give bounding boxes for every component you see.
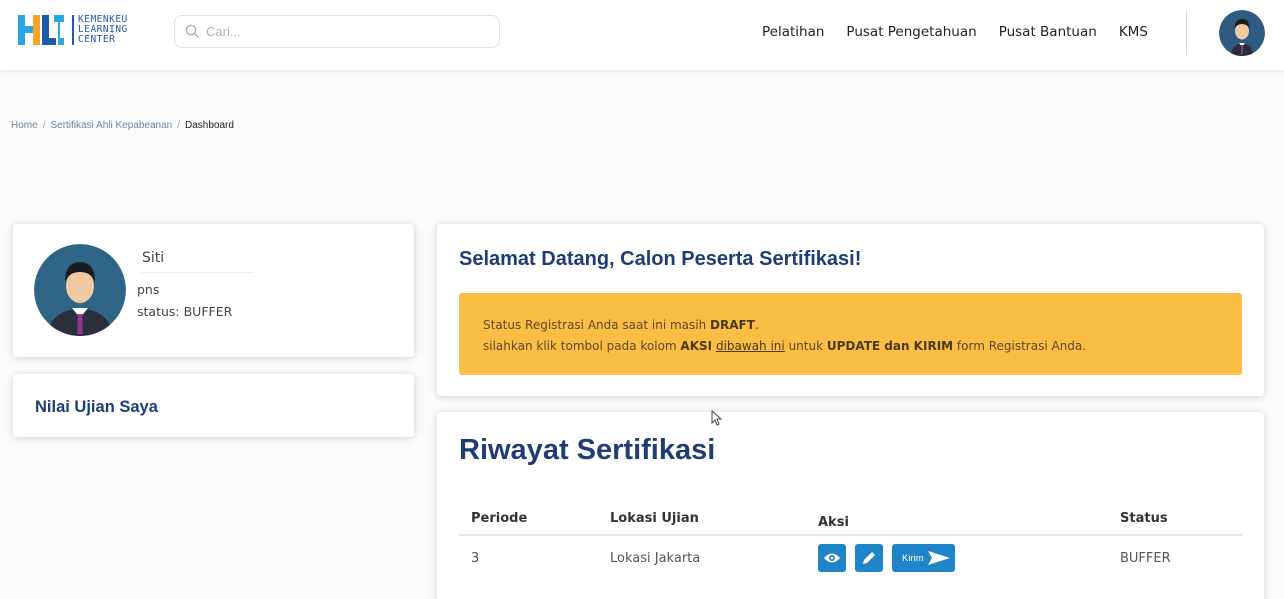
search-box[interactable] — [174, 15, 500, 48]
profile-role: pns — [137, 282, 160, 297]
klc-logo-text: KEMENKEU LEARNING CENTER — [72, 15, 128, 45]
kirim-label: Kirim — [902, 552, 924, 564]
edit-button[interactable] — [855, 544, 883, 572]
alert-line-2: silahkan klik tombol pada kolom AKSI dib… — [483, 336, 1218, 357]
send-icon — [927, 551, 950, 565]
column-lokasi: Lokasi Ujian — [610, 511, 699, 526]
alert-update-kirim: UPDATE dan KIRIM — [826, 339, 954, 353]
eye-icon — [824, 553, 840, 563]
kirim-button[interactable]: Kirim — [892, 544, 955, 572]
alert-text: untuk — [784, 339, 827, 353]
search-input[interactable] — [206, 24, 486, 39]
riwayat-card: Riwayat Sertifikasi Periode Lokasi Ujian… — [437, 412, 1264, 599]
nav-pusat-pengetahuan[interactable]: Pusat Pengetahuan — [846, 24, 976, 40]
alert-aksi: AKSI — [680, 339, 713, 353]
nav-pusat-bantuan[interactable]: Pusat Bantuan — [999, 24, 1097, 40]
column-aksi: Aksi — [818, 515, 849, 530]
nilai-ujian-title: Nilai Ujian Saya — [35, 398, 158, 416]
user-avatar-button[interactable] — [1219, 10, 1265, 56]
alert-status-draft: DRAFT — [710, 318, 755, 332]
riwayat-title: Riwayat Sertifikasi — [459, 434, 716, 466]
alert-link-dibawah-ini[interactable]: dibawah ini — [716, 339, 785, 353]
main-nav: Pelatihan Pusat Pengetahuan Pusat Bantua… — [762, 24, 1170, 40]
welcome-title: Selamat Datang, Calon Peserta Sertifikas… — [459, 248, 862, 270]
top-navbar: KEMENKEU LEARNING CENTER Pelatihan Pusat… — [0, 0, 1284, 70]
alert-text: Status Registrasi Anda saat ini masih — [483, 318, 711, 332]
breadcrumb-home[interactable]: Home — [11, 120, 38, 131]
nav-pelatihan[interactable]: Pelatihan — [762, 24, 824, 40]
view-button[interactable] — [818, 544, 846, 572]
profile-name: Siti — [141, 250, 253, 273]
nav-kms[interactable]: KMS — [1119, 24, 1148, 40]
table-header: Periode Lokasi Ujian Aksi Status — [459, 508, 1242, 536]
klc-logo-mark — [18, 15, 64, 45]
nav-divider — [1186, 10, 1187, 55]
riwayat-table: Periode Lokasi Ujian Aksi Status 3 Lokas… — [459, 508, 1242, 580]
registration-status-alert: Status Registrasi Anda saat ini masih DR… — [459, 293, 1242, 375]
nilai-ujian-card[interactable]: Nilai Ujian Saya — [13, 374, 414, 437]
cell-status: BUFFER — [1120, 550, 1171, 566]
alert-line-1: Status Registrasi Anda saat ini masih DR… — [483, 315, 1218, 336]
pencil-icon — [863, 552, 875, 564]
alert-text: silahkan klik tombol pada kolom — [483, 339, 681, 353]
profile-status: status: BUFFER — [137, 304, 233, 319]
profile-card: Siti pns status: BUFFER — [13, 224, 414, 357]
search-icon — [185, 24, 200, 39]
breadcrumb: Home / Sertifikasi Ahli Kepabeanan / Dashboa… — [11, 120, 234, 131]
logo-line-3: CENTER — [78, 34, 116, 45]
profile-avatar-icon — [34, 244, 126, 336]
alert-text: . — [754, 318, 759, 332]
table-row: 3 Lokasi Jakarta Kirim BUFFER — [459, 536, 1242, 580]
welcome-card: Selamat Datang, Calon Peserta Sertifikas… — [437, 224, 1264, 396]
klc-logo[interactable]: KEMENKEU LEARNING CENTER — [18, 13, 128, 47]
column-periode: Periode — [471, 511, 528, 526]
alert-text: form Registrasi Anda. — [953, 339, 1087, 353]
column-status: Status — [1120, 511, 1168, 526]
cell-lokasi: Lokasi Jakarta — [610, 550, 701, 566]
breadcrumb-sertifikasi[interactable]: Sertifikasi Ahli Kepabeanan — [50, 120, 172, 131]
user-avatar-icon — [1219, 10, 1265, 56]
mouse-cursor-icon — [711, 410, 723, 426]
cell-aksi: Kirim — [807, 544, 1109, 572]
breadcrumb-current: Dashboard — [185, 120, 234, 131]
cell-periode: 3 — [471, 550, 480, 566]
profile-avatar — [34, 244, 126, 336]
